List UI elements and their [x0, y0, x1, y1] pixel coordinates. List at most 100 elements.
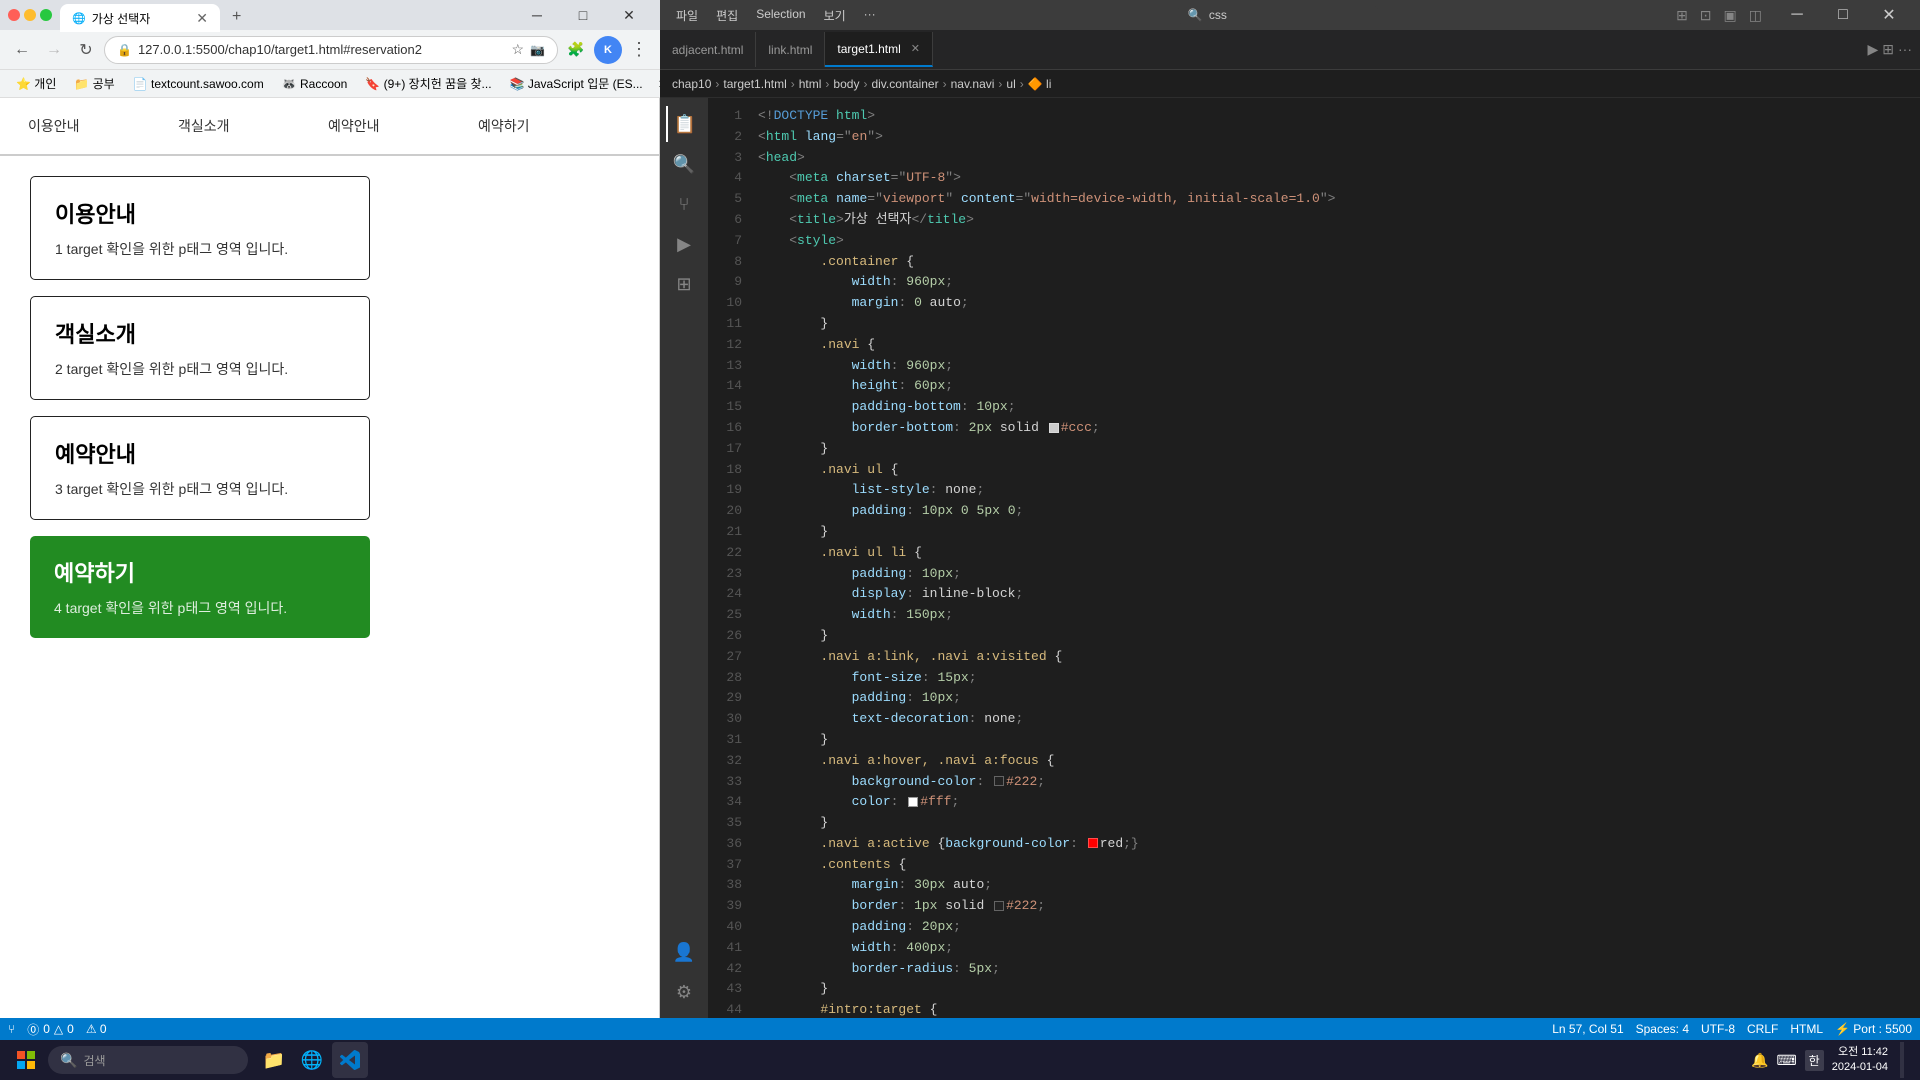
content-desc-room: 2 target 확인을 위한 p태그 영역 입니다.: [55, 359, 345, 379]
bookmark-study[interactable]: 📁 공부: [66, 73, 122, 94]
editor-tab-link-label: link.html: [768, 43, 812, 57]
address-bar[interactable]: 🔒 127.0.0.1:5500/chap10/target1.html#res…: [104, 36, 558, 64]
breadcrumb-target1[interactable]: target1.html: [723, 77, 786, 91]
vscode-restore[interactable]: □: [1820, 0, 1866, 30]
taskbar-notification-icon[interactable]: 🔔: [1751, 1052, 1768, 1069]
editor-tab-target1[interactable]: target1.html ✕: [825, 32, 933, 67]
close-button[interactable]: ✕: [606, 0, 652, 30]
vscode-menu-file[interactable]: 파일: [668, 3, 706, 28]
extensions-button[interactable]: 🧩: [562, 36, 590, 64]
breadcrumb-html[interactable]: html: [799, 77, 822, 91]
browser-preview: 이용안내 객실소개 예약안내 예약하기 이용안내 1 target 확인을 위한…: [0, 98, 660, 1018]
status-cursor[interactable]: Ln 57, Col 51: [1552, 1022, 1623, 1036]
code-line: }: [750, 626, 1920, 647]
vscode-menu-view[interactable]: 보기: [816, 3, 854, 28]
content-box-reservation: 예약안내 3 target 확인을 위한 p태그 영역 입니다.: [30, 416, 370, 520]
taskbar-show-desktop[interactable]: [1900, 1042, 1904, 1078]
code-lines[interactable]: <!DOCTYPE html> <html lang="en"> <head> …: [750, 98, 1920, 1018]
bookmark-raccoon[interactable]: 🦝 Raccoon: [274, 75, 356, 93]
breadcrumb-sep6: ›: [998, 77, 1002, 91]
new-tab-button[interactable]: +: [222, 2, 251, 32]
content-title-intro: 이용안내: [55, 197, 345, 229]
bookmark-jang[interactable]: 🔖 (9+) 장치헌 꿈을 찾...: [357, 73, 499, 94]
breadcrumb-ul[interactable]: ul: [1006, 77, 1015, 91]
status-line-ending[interactable]: CRLF: [1747, 1022, 1778, 1036]
status-language[interactable]: HTML: [1790, 1022, 1823, 1036]
taskbar: 🔍 검색 📁 🌐 🔔 ⌨ 한 오전 11:42 2024-01-04: [0, 1040, 1920, 1080]
start-button[interactable]: [8, 1042, 44, 1078]
status-errors[interactable]: ⓪ 0 △ 0: [27, 1021, 74, 1038]
status-port[interactable]: ⚡ Port : 5500: [1835, 1022, 1912, 1036]
nav-link-reservation[interactable]: 예약안내: [320, 108, 470, 144]
layout-icon-3[interactable]: ▣: [1720, 3, 1741, 28]
more-editor-icon[interactable]: ···: [1898, 41, 1912, 58]
nav-link-room[interactable]: 객실소개: [170, 108, 320, 144]
activity-settings[interactable]: ⚙: [666, 974, 702, 1010]
status-spaces[interactable]: Spaces: 4: [1636, 1022, 1689, 1036]
line-numbers: 1 2 3 4 5 6 7 8 9 10 11 12 13: [708, 98, 750, 1018]
layout-icon-4[interactable]: ◫: [1745, 3, 1766, 28]
vscode-menu-more[interactable]: ···: [856, 3, 884, 28]
editor-tab-link[interactable]: link.html: [756, 32, 825, 67]
forward-button[interactable]: →: [40, 36, 68, 64]
activity-account[interactable]: 👤: [666, 934, 702, 970]
activity-run[interactable]: ▶: [666, 226, 702, 262]
taskbar-keyboard-icon[interactable]: ⌨: [1776, 1052, 1796, 1069]
preview-nav: 이용안내 객실소개 예약안내 예약하기: [0, 98, 659, 156]
browser-tab-close[interactable]: ✕: [196, 10, 208, 27]
breadcrumb-li[interactable]: 🔶 li: [1028, 77, 1052, 91]
code-line: margin: 30px auto;: [750, 875, 1920, 896]
browser-tab-label: 가상 선택자: [92, 10, 151, 27]
taskbar-search[interactable]: 🔍 검색: [48, 1046, 248, 1074]
minimize-button[interactable]: ─: [514, 0, 560, 30]
bookmark-personal[interactable]: ⭐ 개인: [8, 73, 64, 94]
content-box-intro: 이용안내 1 target 확인을 위한 p태그 영역 입니다.: [30, 176, 370, 280]
status-encoding[interactable]: UTF-8: [1701, 1022, 1735, 1036]
taskbar-explorer-icon[interactable]: 📁: [256, 1042, 292, 1078]
code-area[interactable]: 1 2 3 4 5 6 7 8 9 10 11 12 13: [708, 98, 1920, 1018]
run-icon[interactable]: ▶: [1867, 41, 1878, 58]
vscode-search-input[interactable]: [1209, 8, 1309, 22]
bookmark-textcount[interactable]: 📄 textcount.sawoo.com: [125, 75, 272, 93]
breadcrumb-nav[interactable]: nav.navi: [951, 77, 995, 91]
breadcrumb-sep3: ›: [825, 77, 829, 91]
more-button[interactable]: ⋮: [626, 39, 652, 60]
code-line: padding-bottom: 10px;: [750, 397, 1920, 418]
taskbar-ime-indicator[interactable]: 한: [1805, 1050, 1824, 1071]
editor-tab-target1-close[interactable]: ✕: [911, 42, 920, 55]
vscode-menu-edit[interactable]: 편집: [708, 3, 746, 28]
activity-search[interactable]: 🔍: [666, 146, 702, 182]
breadcrumb-body[interactable]: body: [833, 77, 859, 91]
taskbar-vscode-icon[interactable]: [332, 1042, 368, 1078]
vscode-minimize[interactable]: ─: [1774, 0, 1820, 30]
back-button[interactable]: ←: [8, 36, 36, 64]
layout-icon-2[interactable]: ⊡: [1696, 3, 1716, 28]
taskbar-browser-icon[interactable]: 🌐: [294, 1042, 330, 1078]
code-line: .navi ul li {: [750, 543, 1920, 564]
content-title-reservation: 예약안내: [55, 437, 345, 469]
vscode-menu-selection[interactable]: Selection: [748, 3, 813, 28]
bookmark-more[interactable]: »: [653, 73, 660, 95]
status-git-icon[interactable]: ⑂: [8, 1022, 15, 1036]
split-editor-icon[interactable]: ⊞: [1882, 41, 1894, 58]
reload-button[interactable]: ↻: [72, 36, 100, 64]
bookmark-star-icon[interactable]: ☆: [511, 41, 524, 58]
screenshot-icon[interactable]: 📷: [530, 43, 545, 57]
vscode-close[interactable]: ✕: [1866, 0, 1912, 30]
content-title-reservation2: 예약하기: [54, 556, 346, 588]
nav-link-reservation2[interactable]: 예약하기: [470, 108, 620, 144]
profile-button[interactable]: K: [594, 36, 622, 64]
breadcrumb-chap10[interactable]: chap10: [672, 77, 711, 91]
editor-tab-adjacent[interactable]: adjacent.html: [660, 32, 756, 67]
nav-link-intro[interactable]: 이용안내: [20, 108, 170, 144]
bookmark-js[interactable]: 📚 JavaScript 입문 (ES...: [502, 73, 651, 94]
browser-tab-active[interactable]: 🌐 가상 선택자 ✕: [60, 4, 220, 32]
layout-icon-1[interactable]: ⊞: [1672, 3, 1692, 28]
status-warnings[interactable]: ⚠ 0: [86, 1022, 107, 1036]
breadcrumb-div[interactable]: div.container: [871, 77, 938, 91]
activity-git[interactable]: ⑂: [666, 186, 702, 222]
activity-explorer[interactable]: 📋: [666, 106, 702, 142]
activity-extensions[interactable]: ⊞: [666, 266, 702, 302]
maximize-button[interactable]: □: [560, 0, 606, 30]
code-line: padding: 10px;: [750, 564, 1920, 585]
